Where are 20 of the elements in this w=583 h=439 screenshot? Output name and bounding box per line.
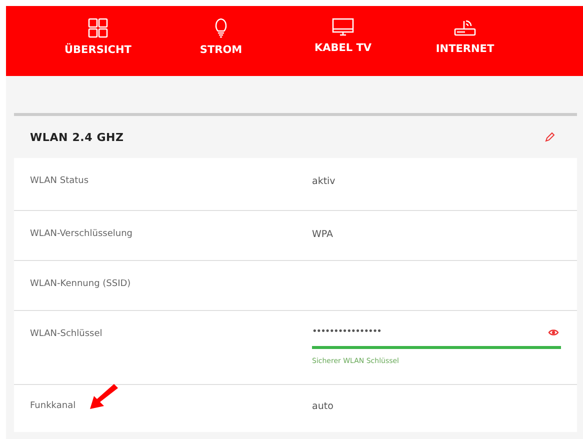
password-field[interactable]: ••••••••••••••••: [312, 327, 381, 337]
row-value: aktiv: [312, 176, 336, 187]
router-icon: [454, 18, 476, 37]
row-label: WLAN Status: [30, 176, 89, 186]
light-bulb-icon: [214, 18, 228, 38]
pencil-icon[interactable]: [545, 132, 555, 142]
row-label: WLAN-Verschlüsselung: [30, 229, 133, 239]
nav-link[interactable]: INTERNET: [436, 43, 494, 55]
grid-icon: [88, 18, 108, 38]
nav-link[interactable]: KABEL TV: [314, 42, 372, 54]
eye-icon[interactable]: [548, 328, 559, 336]
row-label: WLAN-Schlüssel: [30, 329, 102, 339]
row-label: Funkkanal: [30, 401, 76, 411]
tv-icon: [332, 18, 354, 36]
row-value: WPA: [312, 229, 334, 240]
nav-link[interactable]: ÜBERSICHT: [64, 44, 132, 56]
row-value: auto: [312, 401, 334, 412]
nav-link[interactable]: STROM: [200, 44, 242, 56]
row-label: WLAN-Kennung (SSID): [30, 279, 131, 289]
section-title: WLAN 2.4 GHZ: [30, 130, 124, 144]
